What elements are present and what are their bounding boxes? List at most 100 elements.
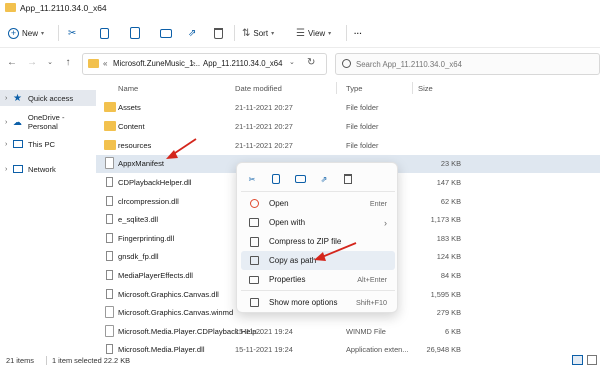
back-arrow-icon[interactable]: ← [6, 57, 18, 69]
divider [234, 25, 235, 41]
annotation-arrow [166, 138, 197, 159]
folder-icon [5, 3, 16, 12]
trash-icon[interactable] [341, 172, 355, 186]
sort-label: Sort [253, 28, 269, 38]
cut-icon[interactable]: ✂ [245, 172, 259, 186]
list-item[interactable]: Microsoft.Media.Player.CDPlayback.Help..… [96, 323, 600, 341]
column-divider[interactable] [336, 82, 337, 94]
sidebar-item-this-pc[interactable]: › This PC [0, 136, 96, 152]
menu-item-open[interactable]: Open Enter [241, 194, 395, 213]
menu-item-show-more-options[interactable]: Show more options Shift+F10 [241, 293, 395, 312]
open-with-icon [247, 217, 261, 229]
scissors-icon: ✂ [68, 27, 77, 39]
refresh-icon[interactable]: ↻ [307, 57, 315, 68]
rename-button[interactable] [160, 24, 172, 42]
navigation-pane: › ★ Quick access › ☁ OneDrive - Personal… [0, 82, 96, 352]
share-icon: ⇗ [188, 27, 197, 39]
star-icon: ★ [13, 92, 22, 104]
file-icon [105, 157, 114, 169]
chevron-down-icon: ▾ [41, 30, 45, 37]
view-icon: ☰ [296, 27, 305, 39]
more-button[interactable]: ··· [354, 24, 362, 42]
folder-icon [104, 102, 116, 112]
sidebar-item-label: OneDrive - Personal [27, 113, 65, 131]
tiles-view-icon[interactable] [587, 355, 597, 365]
divider [58, 25, 59, 41]
breadcrumb-separator: > [191, 59, 196, 68]
details-view-icon[interactable] [572, 355, 583, 365]
search-input[interactable] [356, 58, 591, 71]
breadcrumb-item[interactable]: Microsoft.ZuneMusic_1... [113, 59, 200, 68]
forward-arrow-icon[interactable]: → [26, 57, 38, 69]
sort-icon: ⇅ [242, 27, 251, 39]
computer-icon [13, 140, 23, 148]
copy-icon[interactable] [269, 172, 283, 186]
chevron-down-icon: ▾ [328, 30, 332, 37]
divider [241, 290, 395, 291]
command-bar: + New ▾ ✂ ⇗ ⇅ Sort ▾ ☰ View ▾ ··· [0, 18, 600, 48]
file-icon [105, 306, 114, 318]
more-options-icon [247, 297, 261, 309]
dll-file-icon [106, 177, 113, 187]
chevron-down-icon[interactable]: ⌄ [289, 58, 295, 66]
dll-file-icon [106, 214, 113, 224]
menu-item-open-with[interactable]: Open with › [241, 213, 395, 232]
sort-button[interactable]: ⇅ Sort ▾ [242, 24, 274, 42]
menu-item-properties[interactable]: Properties Alt+Enter [241, 270, 395, 289]
network-icon [13, 165, 23, 173]
sidebar-item-network[interactable]: › Network [0, 161, 96, 177]
search-box[interactable] [335, 53, 600, 75]
dll-file-icon [106, 251, 113, 261]
cloud-icon: ☁ [12, 116, 22, 127]
open-icon [247, 198, 261, 210]
address-bar[interactable]: « Microsoft.ZuneMusic_1... > App_11.2110… [82, 53, 327, 75]
item-count: 21 items [6, 356, 34, 365]
search-icon [342, 59, 351, 68]
chevron-right-icon[interactable]: › [5, 166, 13, 173]
dll-file-icon [106, 270, 113, 280]
list-item[interactable]: Content 21-11-2021 20:27 File folder [96, 118, 600, 136]
paste-button[interactable] [130, 24, 140, 42]
dll-file-icon [106, 289, 113, 299]
file-icon [105, 325, 114, 337]
chevron-down-icon: ▾ [271, 30, 275, 37]
address-row: ← → ⌄ ↑ « Microsoft.ZuneMusic_1... > App… [0, 48, 600, 80]
sidebar-item-quick-access[interactable]: › ★ Quick access [0, 90, 96, 106]
breadcrumb-current[interactable]: App_11.2110.34.0_x64 [203, 59, 282, 68]
dll-file-icon [106, 233, 113, 243]
column-divider[interactable] [412, 82, 413, 94]
divider [46, 356, 47, 365]
column-header-size[interactable]: Size [418, 84, 433, 93]
column-header-type[interactable]: Type [346, 84, 362, 93]
sidebar-item-onedrive[interactable]: › ☁ OneDrive - Personal [0, 113, 96, 131]
chevron-right-icon[interactable]: › [5, 119, 13, 126]
share-icon[interactable]: ⇗ [317, 172, 331, 186]
up-arrow-icon[interactable]: ↑ [62, 57, 74, 69]
folder-icon [88, 59, 99, 68]
breadcrumb-overflow[interactable]: « [103, 59, 107, 68]
window-title: App_11.2110.34.0_x64 [20, 3, 107, 13]
share-button[interactable]: ⇗ [188, 24, 196, 42]
divider [241, 191, 395, 192]
folder-icon [104, 140, 116, 150]
rename-icon[interactable] [293, 172, 307, 186]
annotation-arrow [314, 242, 357, 261]
chevron-right-icon[interactable]: › [5, 141, 13, 148]
clipboard-icon [130, 27, 140, 39]
chevron-down-icon[interactable]: ⌄ [44, 57, 56, 69]
column-header-date[interactable]: Date modified [235, 84, 282, 93]
chevron-right-icon[interactable]: › [5, 95, 13, 102]
copy-button[interactable] [100, 24, 109, 42]
new-button[interactable]: + New ▾ [8, 24, 44, 42]
column-header-name[interactable]: Name [118, 84, 138, 93]
list-item[interactable]: Assets 21-11-2021 20:27 File folder [96, 99, 600, 117]
view-button[interactable]: ☰ View ▾ [296, 24, 331, 42]
dll-file-icon [106, 196, 113, 206]
properties-icon [247, 274, 261, 286]
zip-icon [247, 236, 261, 248]
delete-button[interactable] [214, 24, 223, 42]
title-bar: App_11.2110.34.0_x64 [0, 0, 600, 18]
cut-button[interactable]: ✂ [68, 24, 76, 42]
new-label: New [22, 28, 39, 38]
folder-icon [104, 121, 116, 131]
